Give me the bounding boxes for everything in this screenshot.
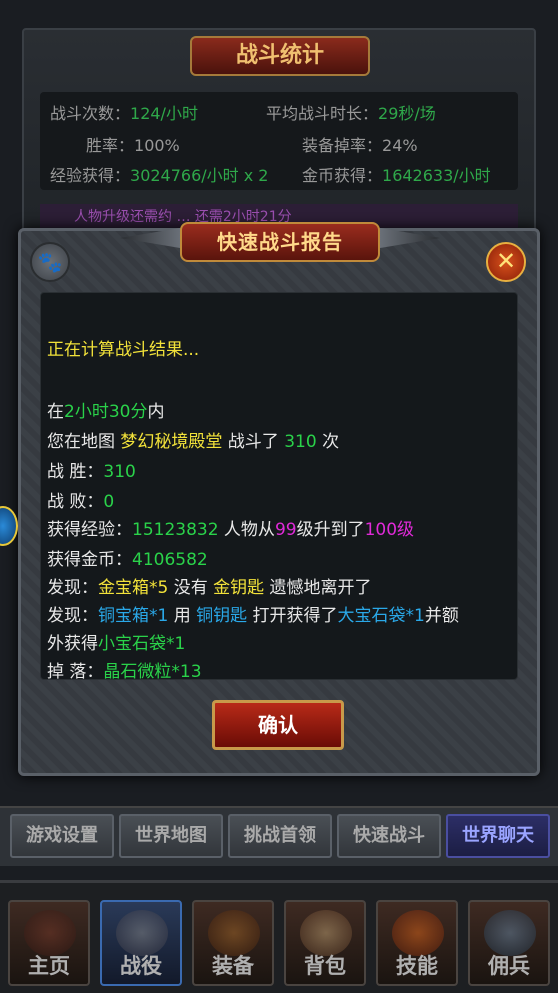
stat-drop-rate: 装备掉率：24% xyxy=(302,136,418,155)
world-chat-button[interactable]: 世界聊天 xyxy=(446,814,550,858)
find-copper-chest-line: 发现：铜宝箱*1 用 铜钥匙 打开获得了大宝石袋*1并额 xyxy=(47,606,459,626)
map-line: 您在地图 梦幻秘境殿堂 战斗了 310 次 xyxy=(47,432,340,452)
battle-report-box: 正在计算战斗结果... 在2小时30分内 您在地图 梦幻秘境殿堂 战斗了 310… xyxy=(40,292,518,682)
tab-home[interactable]: 主页 xyxy=(8,900,90,986)
confirm-button[interactable]: 确认 xyxy=(212,700,344,750)
paw-icon[interactable]: 🐾 xyxy=(30,242,70,282)
exp-line: 获得经验：15123832 人物从99级升到了100级 xyxy=(47,520,415,540)
challenge-boss-button[interactable]: 挑战首领 xyxy=(228,814,332,858)
win-line: 战 胜：310 xyxy=(47,462,136,482)
gold-line: 获得金币：4106582 xyxy=(47,550,208,570)
stat-gold: 金币获得：1642633/小时 xyxy=(302,166,491,185)
battle-stats-title: 战斗统计 xyxy=(190,36,370,76)
find-gold-chest-line: 发现：金宝箱*5 没有 金钥匙 遗憾地离开了 xyxy=(47,578,372,598)
tab-campaign[interactable]: 战役 xyxy=(100,900,182,986)
extra-reward-line: 外获得小宝石袋*1 xyxy=(47,634,186,654)
game-settings-button[interactable]: 游戏设置 xyxy=(10,814,114,858)
tab-mercenary[interactable]: 佣兵 xyxy=(468,900,550,986)
modal-title: 快速战斗报告 xyxy=(180,222,380,262)
tab-bag[interactable]: 背包 xyxy=(284,900,366,986)
drop-line: 掉 落：晶石微粒*13 xyxy=(47,662,202,682)
modal-header: 快速战斗报告 xyxy=(120,214,440,264)
lose-line: 战 败：0 xyxy=(47,492,115,512)
tab-equipment[interactable]: 装备 xyxy=(192,900,274,986)
tab-skills[interactable]: 技能 xyxy=(376,900,458,986)
computing-text: 正在计算战斗结果... xyxy=(47,340,200,360)
close-icon[interactable]: ✕ xyxy=(486,242,526,282)
quick-battle-button[interactable]: 快速战斗 xyxy=(337,814,441,858)
stat-avg-time: 平均战斗时长：29秒/场 xyxy=(266,104,436,123)
stat-win-rate: 胜率：100% xyxy=(86,136,180,155)
stat-battles: 战斗次数：124/小时 xyxy=(50,104,198,123)
world-map-button[interactable]: 世界地图 xyxy=(119,814,223,858)
duration-line: 在2小时30分内 xyxy=(47,402,165,422)
stat-exp: 经验获得：3024766/小时 x 2 xyxy=(50,166,269,185)
